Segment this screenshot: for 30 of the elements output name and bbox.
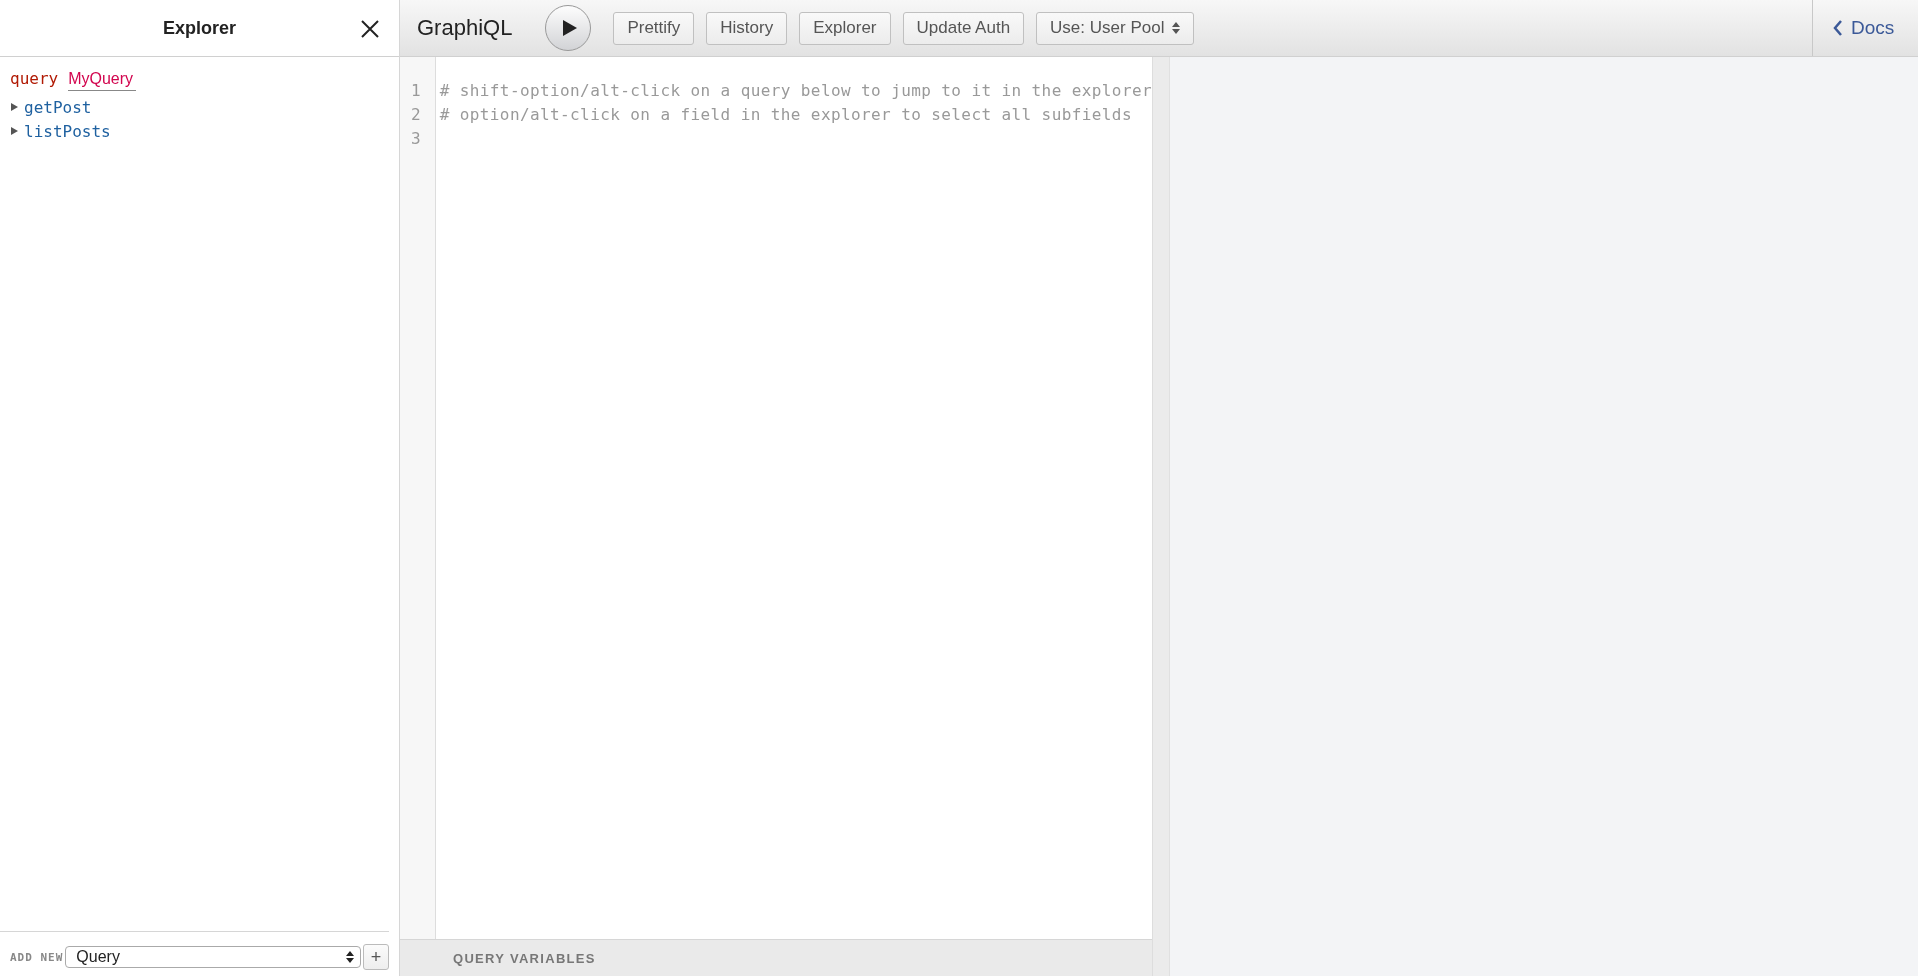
code-comment: # option/alt-click on a field in the explorer to select all subfields [439,105,1132,124]
code-comment: # shift-option/alt-click on a query below to jump to it in the explorer [439,81,1152,100]
up-down-arrows-icon[interactable] [346,951,354,963]
explorer-title: Explorer [163,17,236,39]
toolbar-button[interactable]: History [706,11,788,45]
close-icon[interactable] [361,20,379,38]
operation-type-select[interactable]: Query [65,946,361,968]
operation-name-field[interactable]: MyQuery [68,70,137,91]
line-number: 2 [411,105,421,124]
toolbar-button[interactable]: Prettify [613,11,695,45]
graphiql-title: GraphiQL [417,15,513,41]
toolbar-button[interactable]: Explorer [799,11,891,45]
user-pool-select[interactable]: Use: User Pool [1036,11,1195,45]
caret-right-icon[interactable] [10,127,18,135]
query-variables-label[interactable]: QUERY VARIABLES [453,950,596,966]
chevron-left-icon[interactable] [1833,20,1843,36]
scrollbar-track[interactable] [1152,57,1169,976]
play-icon[interactable] [563,20,578,36]
query-keyword: query [10,69,59,88]
toolbar-button[interactable]: Update Auth [902,11,1025,45]
line-number: 1 [411,81,421,100]
line-number: 3 [411,129,421,148]
run-button[interactable] [545,5,592,51]
add-button[interactable]: + [363,944,389,970]
docs-link[interactable]: Docs [1812,0,1918,56]
add-new-label: ADD NEW [10,950,64,964]
up-down-arrows-icon[interactable] [1172,22,1181,34]
caret-right-icon[interactable] [10,103,18,111]
field-name[interactable]: listPosts [24,121,111,141]
field-name[interactable]: getPost [24,97,92,117]
